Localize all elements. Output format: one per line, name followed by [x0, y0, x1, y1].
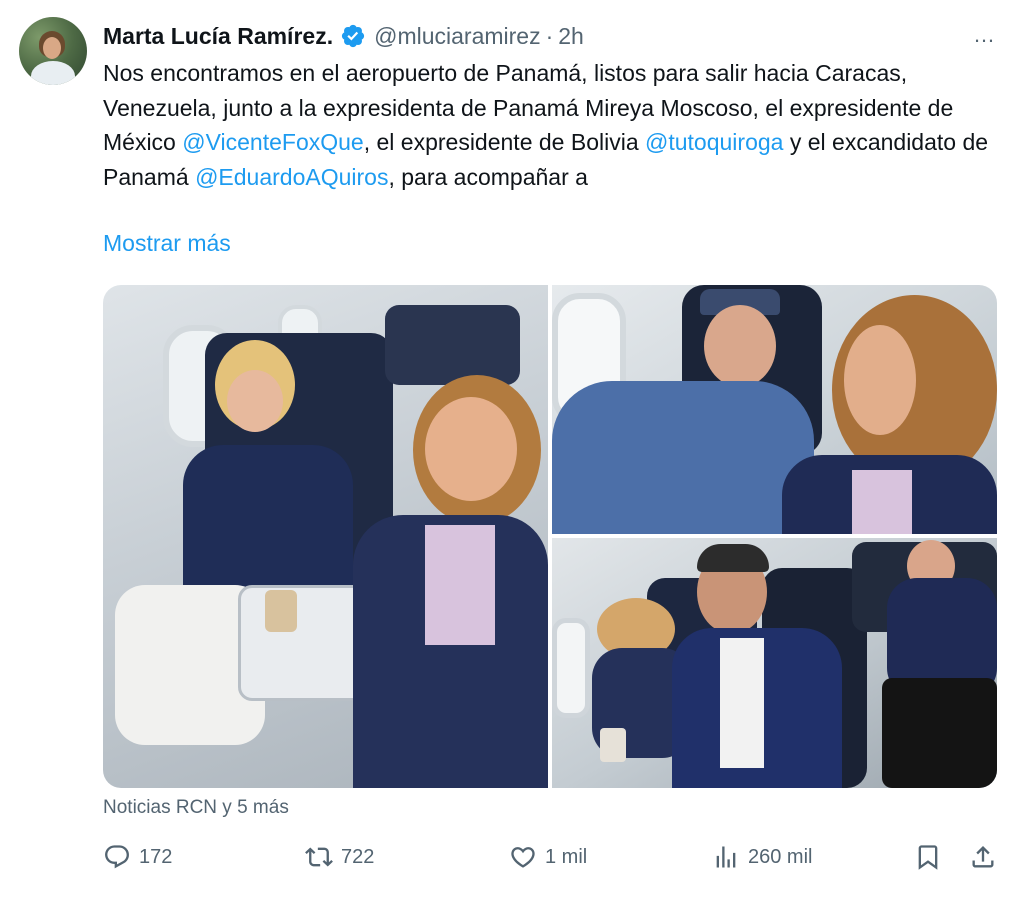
person-shape — [552, 381, 814, 534]
tweet-header: Marta Lucía Ramírez. @mluciaramirez · 2h — [103, 20, 584, 52]
views-icon — [716, 846, 736, 868]
views-button[interactable]: 260 mil — [712, 843, 812, 871]
person-shape — [697, 544, 769, 572]
avatar-face — [43, 37, 61, 59]
seat-shape — [385, 305, 520, 385]
person-shape — [227, 370, 283, 432]
tweet-text: Nos encontramos en el aeropuerto de Pana… — [103, 56, 1003, 194]
mention-link[interactable]: @tutoquiroga — [645, 129, 783, 155]
person-shape — [425, 525, 495, 645]
share-button[interactable] — [969, 843, 997, 871]
like-icon — [511, 847, 535, 868]
more-icon[interactable]: … — [973, 22, 996, 48]
share-icon — [972, 846, 994, 868]
cup-shape — [265, 590, 297, 632]
person-shape — [882, 678, 997, 788]
verified-badge-icon — [340, 23, 366, 49]
like-count: 1 mil — [545, 845, 588, 868]
author-name[interactable]: Marta Lucía Ramírez. — [103, 23, 333, 50]
window-shape — [552, 618, 590, 718]
retweet-count: 722 — [341, 845, 375, 868]
text-segment: , el expresidente de Bolivia — [363, 129, 645, 155]
person-shape — [720, 638, 764, 768]
person-shape — [425, 397, 517, 501]
media-source[interactable]: Noticias RCN y 5 más — [103, 797, 289, 819]
action-bar: 172 722 1 mil 260 mil — [103, 843, 998, 879]
like-button[interactable]: 1 mil — [509, 843, 587, 871]
bookmark-icon — [918, 845, 938, 870]
person-shape — [844, 325, 916, 435]
author-handle[interactable]: @mluciaramirez — [374, 23, 540, 50]
photo-man-and-woman-seated[interactable] — [552, 285, 997, 534]
person-shape — [704, 305, 776, 387]
mention-link[interactable]: @EduardoAQuiros — [195, 164, 388, 190]
views-count: 260 mil — [748, 845, 813, 868]
retweet-icon — [305, 847, 333, 867]
reply-button[interactable]: 172 — [103, 843, 172, 871]
retweet-button[interactable]: 722 — [305, 843, 374, 871]
avatar-body — [31, 61, 75, 85]
avatar[interactable] — [19, 17, 87, 85]
bookmark-button[interactable] — [914, 843, 942, 871]
text-segment: , para acompañar a — [388, 163, 588, 190]
separator-dot: · — [545, 22, 554, 49]
person-shape — [183, 445, 353, 595]
cup-shape — [600, 728, 626, 762]
photo-cabin-seated-women[interactable] — [103, 285, 548, 788]
mention-link[interactable]: @VicenteFoxQue — [182, 129, 363, 155]
person-shape — [852, 470, 912, 534]
show-more-link[interactable]: Mostrar más — [103, 230, 231, 257]
photo-passengers-on-phone[interactable] — [552, 538, 997, 788]
reply-count: 172 — [139, 845, 173, 868]
tweet-time[interactable]: 2h — [558, 23, 584, 50]
reply-icon — [105, 845, 129, 869]
media-grid — [103, 285, 997, 788]
